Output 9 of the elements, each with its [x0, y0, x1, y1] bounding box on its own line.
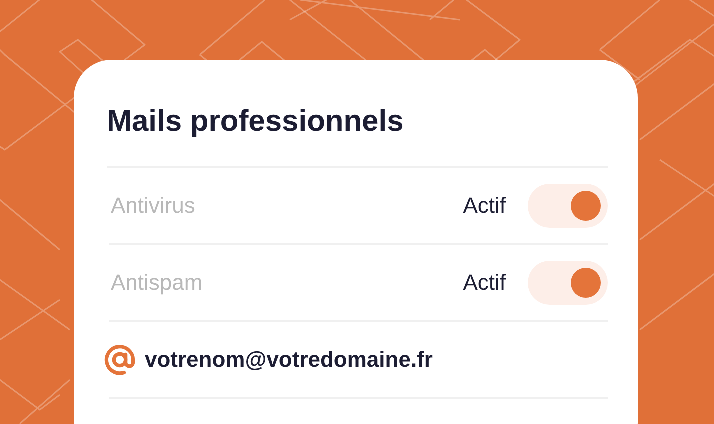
- feature-label: Antivirus: [110, 192, 196, 218]
- email-address: votrenom@votredomaine.fr: [145, 346, 433, 372]
- card-title: Mails professionnels: [107, 104, 608, 168]
- toggle-switch[interactable]: [528, 260, 608, 304]
- feature-label: Antispam: [110, 270, 204, 296]
- toggle-switch[interactable]: [528, 184, 608, 228]
- at-sign-icon: [103, 342, 137, 376]
- status-text: Actif: [463, 270, 506, 296]
- status-text: Actif: [463, 192, 506, 218]
